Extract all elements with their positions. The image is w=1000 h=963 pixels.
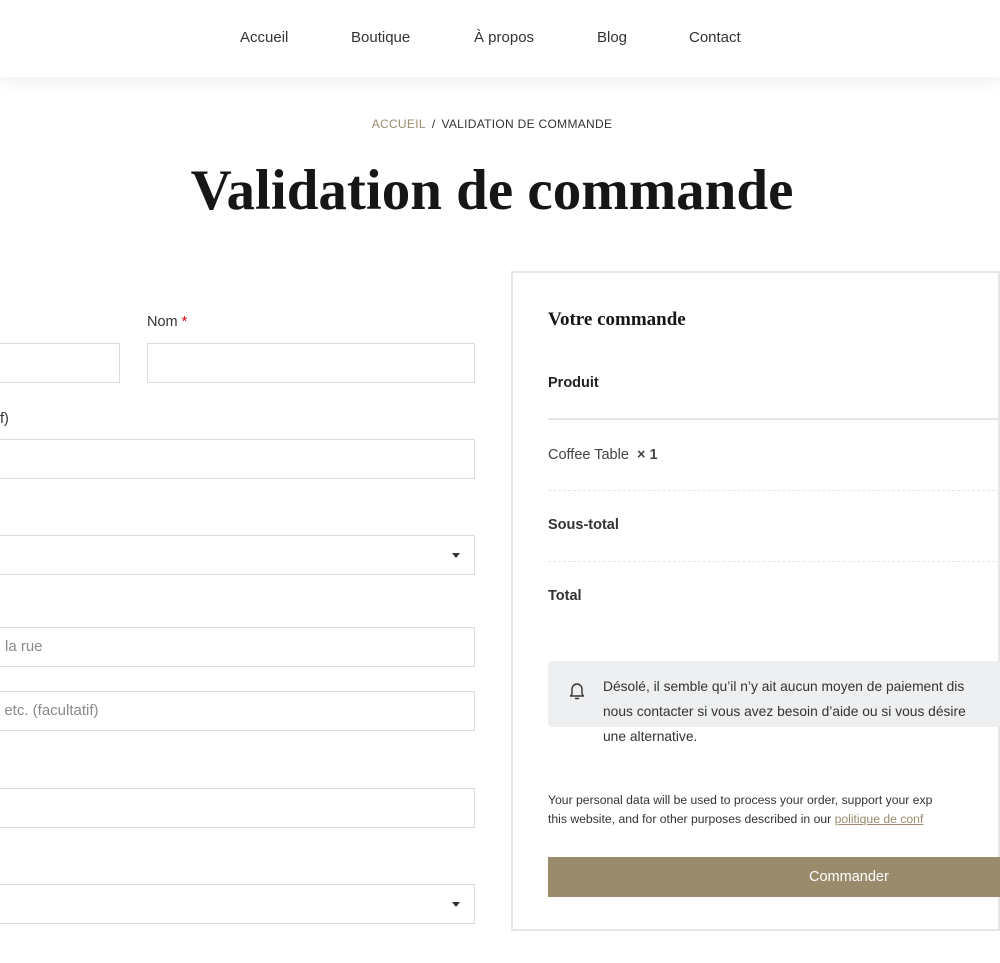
- notice-line: une alternative.: [603, 729, 698, 744]
- order-review-panel: Votre commande Produit Coffee Table × 1 …: [511, 271, 1000, 931]
- privacy-policy-link[interactable]: politique de conf: [835, 812, 924, 826]
- order-title: Votre commande: [548, 309, 686, 330]
- divider: [548, 490, 1000, 491]
- caret-down-icon: [452, 553, 460, 558]
- caret-down-icon: [452, 902, 460, 907]
- last-name-label: Nom *: [147, 314, 188, 330]
- place-order-label: Commander: [809, 869, 889, 885]
- nav-contact[interactable]: Contact: [689, 29, 741, 46]
- required-mark: *: [181, 314, 188, 330]
- product-header: Produit: [548, 375, 599, 391]
- region-select[interactable]: [0, 884, 475, 924]
- notice-line: nous contacter si vous avez besoin d’aid…: [603, 704, 966, 719]
- nav-blog[interactable]: Blog: [597, 29, 627, 46]
- page-title: Validation de commande: [190, 159, 794, 222]
- company-input[interactable]: [0, 439, 475, 479]
- divider: [548, 418, 1000, 420]
- total-label: Total: [548, 588, 582, 604]
- site-header: Accueil Boutique À propos Blog Contact: [0, 0, 1000, 77]
- bell-icon: [569, 683, 585, 700]
- privacy-text: Your personal data will be used to proce…: [548, 793, 933, 807]
- company-label: f): [0, 411, 9, 427]
- street-address-2-input[interactable]: , etc. (facultatif): [0, 691, 475, 731]
- order-item: Coffee Table × 1: [548, 447, 658, 463]
- breadcrumb-home[interactable]: ACCUEIL: [372, 117, 426, 131]
- subtotal-label: Sous-total: [548, 517, 619, 533]
- item-name: Coffee Table: [548, 447, 629, 463]
- country-select[interactable]: [0, 535, 475, 575]
- first-name-input[interactable]: [0, 343, 120, 383]
- privacy-text: this website, and for other purposes des…: [548, 812, 835, 826]
- notice-line: Désolé, il semble qu’il n’y ait aucun mo…: [603, 679, 965, 694]
- notice-text: Désolé, il semble qu’il n’y ait aucun mo…: [603, 674, 966, 749]
- no-payment-notice: Désolé, il semble qu’il n’y ait aucun mo…: [548, 661, 1000, 744]
- last-name-input[interactable]: [147, 343, 475, 383]
- nav-a-propos[interactable]: À propos: [474, 29, 534, 46]
- street-address-input[interactable]: la rue: [0, 627, 475, 667]
- breadcrumb-current: VALIDATION DE COMMANDE: [441, 117, 613, 131]
- breadcrumb-separator: /: [431, 117, 436, 131]
- privacy-notice: Your personal data will be used to proce…: [548, 791, 932, 829]
- item-quantity: × 1: [636, 447, 658, 463]
- breadcrumb: ACCUEIL / VALIDATION DE COMMANDE: [0, 117, 984, 131]
- place-order-button[interactable]: Commander: [548, 857, 1000, 897]
- divider: [548, 561, 1000, 562]
- city-input[interactable]: [0, 788, 475, 828]
- nav-boutique[interactable]: Boutique: [351, 29, 410, 46]
- nav-accueil[interactable]: Accueil: [240, 29, 288, 46]
